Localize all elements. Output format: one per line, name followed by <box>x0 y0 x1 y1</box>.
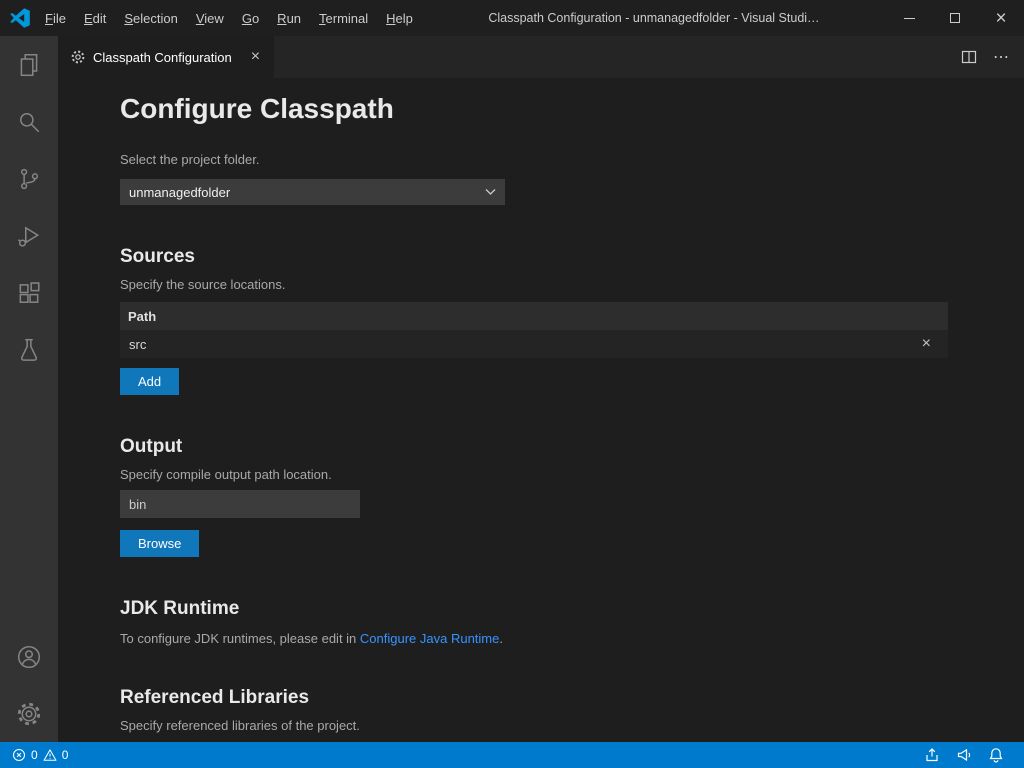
activity-testing-button[interactable] <box>0 321 58 378</box>
activity-settings-button[interactable] <box>0 685 58 742</box>
project-folder-label: Select the project folder. <box>120 152 1024 167</box>
errors-icon <box>12 748 26 762</box>
maximize-button[interactable] <box>932 0 978 36</box>
sources-heading: Sources <box>120 245 1024 269</box>
page-title: Configure Classpath <box>120 92 1024 126</box>
source-path-value: src <box>129 337 146 352</box>
statusbar-right <box>916 742 1012 768</box>
sources-table: Path src × <box>120 302 948 358</box>
notifications-button[interactable] <box>980 742 1012 768</box>
activity-bar <box>0 36 58 742</box>
minimize-button[interactable] <box>886 0 932 36</box>
close-window-button[interactable]: × <box>978 0 1024 36</box>
source-control-icon <box>16 166 42 192</box>
close-icon: × <box>995 9 1006 28</box>
tab-label: Classpath Configuration <box>93 50 232 65</box>
output-path-input[interactable] <box>120 490 360 518</box>
browse-button[interactable]: Browse <box>120 530 199 557</box>
sources-description: Specify the source locations. <box>120 277 1024 292</box>
project-folder-dropdown[interactable]: unmanagedfolder <box>120 179 505 205</box>
table-row[interactable]: src × <box>120 330 948 358</box>
menu-run[interactable]: Run <box>268 0 310 36</box>
remove-source-icon[interactable]: × <box>919 336 934 352</box>
tab-bar: Classpath Configuration × ⋯ <box>58 36 1024 78</box>
title-bar: File Edit Selection View Go Run Terminal… <box>0 0 1024 36</box>
project-folder-selected-value: unmanagedfolder <box>129 185 230 200</box>
tab-close-icon[interactable]: × <box>247 48 264 66</box>
testing-beaker-icon <box>16 337 42 363</box>
warnings-icon <box>43 748 57 762</box>
main-area: Classpath Configuration × ⋯ Configure Cl… <box>0 36 1024 742</box>
notifications-bell-icon <box>988 747 1004 763</box>
run-and-debug-icon <box>16 223 42 249</box>
account-icon <box>16 644 42 670</box>
menu-bar: File Edit Selection View Go Run Terminal… <box>36 0 422 36</box>
more-actions-icon[interactable]: ⋯ <box>993 47 1010 67</box>
menu-file[interactable]: File <box>36 0 75 36</box>
output-description: Specify compile output path location. <box>120 467 1024 482</box>
editor-actions: ⋯ <box>961 36 1024 78</box>
activity-account-button[interactable] <box>0 628 58 685</box>
jdk-runtime-heading: JDK Runtime <box>120 597 1024 621</box>
status-bar: 0 0 <box>0 742 1024 768</box>
menu-go[interactable]: Go <box>233 0 268 36</box>
statusbar-left: 0 0 <box>8 742 72 768</box>
problems-indicator[interactable]: 0 0 <box>8 742 72 768</box>
window-controls: × <box>886 0 1024 36</box>
output-heading: Output <box>120 435 1024 459</box>
split-editor-icon[interactable] <box>961 49 977 65</box>
search-icon <box>16 109 42 135</box>
tab-classpath-configuration[interactable]: Classpath Configuration × <box>58 36 274 78</box>
feedback-icon <box>956 747 972 763</box>
menu-help[interactable]: Help <box>377 0 422 36</box>
configure-java-runtime-link[interactable]: Configure Java Runtime <box>360 631 499 646</box>
feedback-button[interactable] <box>948 742 980 768</box>
maximize-icon <box>950 13 960 23</box>
activity-extensions-button[interactable] <box>0 264 58 321</box>
chevron-down-icon <box>485 188 496 196</box>
sources-table-header: Path <box>120 302 948 330</box>
activity-search-button[interactable] <box>0 93 58 150</box>
explorer-icon <box>16 52 42 78</box>
extensions-icon <box>16 280 42 306</box>
jdk-text-before: To configure JDK runtimes, please edit i… <box>120 631 360 646</box>
window-title: Classpath Configuration - unmanagedfolde… <box>422 11 886 25</box>
settings-gear-icon <box>16 701 42 727</box>
vscode-logo-icon <box>10 8 30 28</box>
warning-count: 0 <box>62 748 69 762</box>
add-source-button[interactable]: Add <box>120 368 179 395</box>
menu-terminal[interactable]: Terminal <box>310 0 377 36</box>
minimize-icon <box>904 18 915 19</box>
activity-source-control-button[interactable] <box>0 150 58 207</box>
error-count: 0 <box>31 748 38 762</box>
tabstrip-spacer <box>274 36 961 78</box>
editor-area: Classpath Configuration × ⋯ Configure Cl… <box>58 36 1024 742</box>
classpath-tab-icon <box>70 49 86 65</box>
activity-run-debug-button[interactable] <box>0 207 58 264</box>
referenced-libraries-heading: Referenced Libraries <box>120 686 1024 710</box>
jdk-text-after: . <box>499 631 503 646</box>
menu-view[interactable]: View <box>187 0 233 36</box>
jdk-runtime-text: To configure JDK runtimes, please edit i… <box>120 631 1024 646</box>
referenced-libraries-description: Specify referenced libraries of the proj… <box>120 718 1024 733</box>
share-button[interactable] <box>916 742 948 768</box>
activity-explorer-button[interactable] <box>0 36 58 93</box>
classpath-configuration-page: Configure Classpath Select the project f… <box>58 78 1024 742</box>
share-icon <box>924 747 940 763</box>
menu-selection[interactable]: Selection <box>115 0 186 36</box>
menu-edit[interactable]: Edit <box>75 0 115 36</box>
